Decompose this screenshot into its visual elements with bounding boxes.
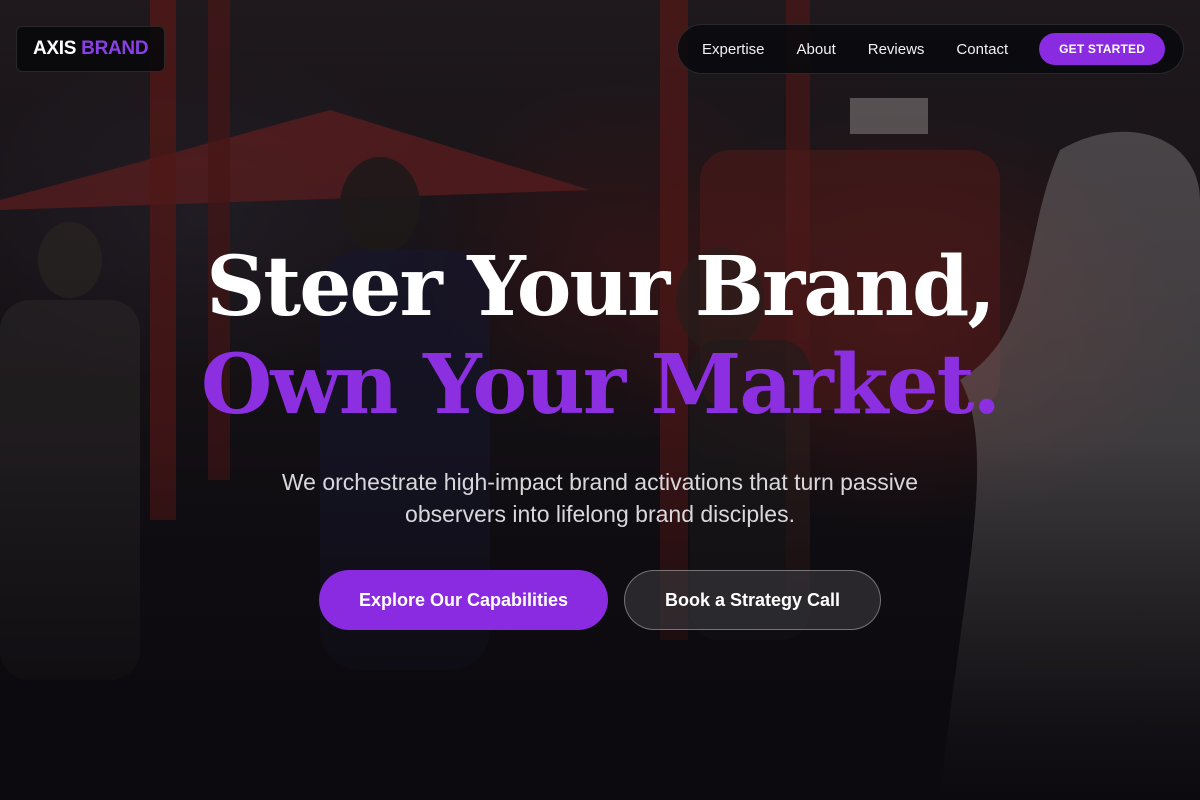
get-started-button[interactable]: GET STARTED [1039,33,1166,65]
headline-line-2: Own Your Market. [200,337,1001,433]
hero-headline: Steer Your Brand, Own Your Market. [0,246,1200,426]
main-navigation: Expertise About Reviews Contact GET STAR… [677,24,1184,74]
book-strategy-call-button[interactable]: Book a Strategy Call [624,570,881,630]
hero-subheadline: We orchestrate high-impact brand activat… [281,469,919,527]
hero-section: AXIS BRAND Expertise About Reviews Conta… [0,0,1200,800]
brand-logo[interactable]: AXIS BRAND [16,26,166,72]
nav-link-reviews[interactable]: Reviews [868,41,925,58]
logo-text-axis: AXIS [33,38,77,59]
headline-line-1: Steer Your Brand, [206,239,996,335]
logo-text-brand: BRAND [81,38,149,59]
nav-link-contact[interactable]: Contact [956,41,1008,58]
nav-link-expertise[interactable]: Expertise [702,41,765,58]
nav-link-about[interactable]: About [797,41,836,58]
explore-capabilities-button[interactable]: Explore Our Capabilities [319,570,608,630]
